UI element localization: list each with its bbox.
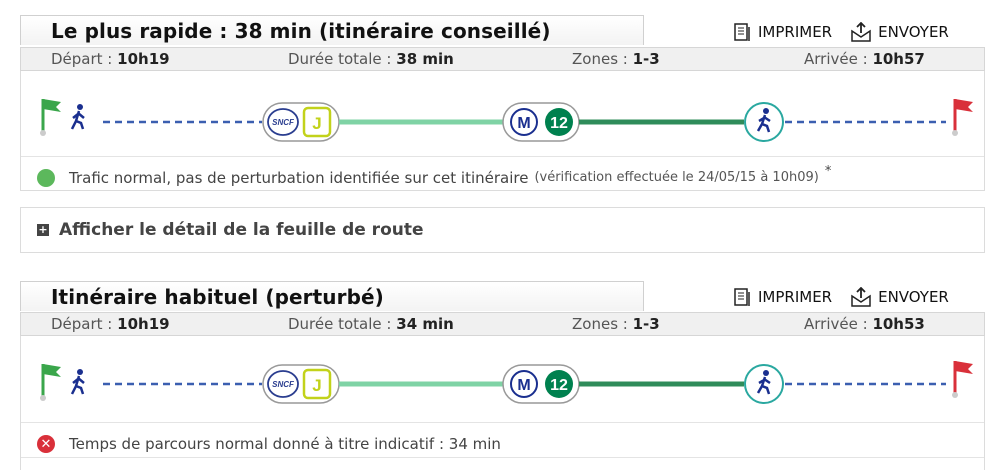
traffic-status: Trafic normal, pas de perturbation ident… <box>21 156 984 190</box>
route-info-bar: Départ : 10h19 Durée totale : 38 min Zon… <box>20 47 985 71</box>
send-icon <box>851 287 871 307</box>
status-disrupted-icon: ✕ <box>37 435 55 453</box>
route-actions: IMPRIMER ENVOYER <box>732 287 967 307</box>
route-svg: SNCF J M 12 <box>40 361 973 404</box>
duree-info: Durée totale : 34 min <box>288 315 454 333</box>
status-footnote-mark: * <box>824 164 832 179</box>
line-12-icon: 12 <box>545 370 573 398</box>
print-icon <box>734 23 750 41</box>
metro-12-text: 12 <box>550 377 568 394</box>
line-j-icon: J <box>302 106 332 138</box>
start-flag-icon <box>40 364 61 401</box>
route-actions: IMPRIMER ENVOYER <box>732 22 967 42</box>
depart-info: Départ : 10h19 <box>51 50 170 68</box>
end-flag-icon <box>952 361 973 398</box>
metro-icon: M <box>510 370 538 398</box>
arrivee-info: Arrivée : 10h57 <box>804 50 925 68</box>
print-button[interactable]: IMPRIMER <box>732 22 832 42</box>
duree-info: Durée totale : 38 min <box>288 50 454 68</box>
sncf-icon: SNCF <box>267 108 299 136</box>
route-info-bar: Départ : 10h19 Durée totale : 34 min Zon… <box>20 312 985 336</box>
status-ok-icon <box>37 168 55 187</box>
walk-icon <box>744 102 784 142</box>
route-svg: SNCF J M 12 <box>40 99 973 142</box>
print-label: IMPRIMER <box>758 288 833 306</box>
line-12-icon: 12 <box>545 108 573 136</box>
sncf-text: SNCF <box>272 118 295 127</box>
arrivee-info: Arrivée : 10h53 <box>804 315 925 333</box>
start-flag-icon <box>40 99 61 136</box>
plus-icon: + <box>37 223 49 236</box>
status-note: (vérification effectuée le 24/05/15 à 10… <box>534 170 819 185</box>
send-label: ENVOYER <box>878 288 949 306</box>
sncf-icon: SNCF <box>267 370 299 398</box>
walk-icon <box>70 369 85 395</box>
send-icon <box>851 22 871 42</box>
status-text: Trafic normal, pas de perturbation ident… <box>69 168 529 187</box>
status-text: Temps de parcours normal donné à titre i… <box>69 435 501 453</box>
print-button[interactable]: IMPRIMER <box>732 287 832 307</box>
walk-icon <box>70 104 85 130</box>
depart-info: Départ : 10h19 <box>51 315 170 333</box>
metro-12-text: 12 <box>550 115 568 132</box>
end-flag-icon <box>952 99 973 136</box>
sncf-text: SNCF <box>272 380 295 389</box>
traffic-status: ✕ Temps de parcours normal donné à titre… <box>21 422 984 458</box>
route-title: Le plus rapide : 38 min (itinéraire cons… <box>20 15 644 45</box>
send-label: ENVOYER <box>878 23 949 41</box>
walk-icon <box>744 364 784 404</box>
metro-icon: M <box>510 108 538 136</box>
line-j-text: J <box>312 114 321 133</box>
zones-info: Zones : 1-3 <box>572 315 660 333</box>
route-diagram: SNCF J M 12 ✕ Temps de parcours normal d… <box>20 336 985 470</box>
send-button[interactable]: ENVOYER <box>850 287 949 307</box>
line-j-icon: J <box>302 368 332 400</box>
route-diagram: SNCF J M 12 Trafic normal, pas de pertur… <box>20 71 985 191</box>
show-roadmap-detail-label: Afficher le détail de la feuille de rout… <box>59 220 424 240</box>
metro-m-text: M <box>517 377 530 394</box>
zones-info: Zones : 1-3 <box>572 50 660 68</box>
line-j-text: J <box>312 376 321 395</box>
print-label: IMPRIMER <box>758 23 833 41</box>
print-icon <box>734 288 750 306</box>
metro-m-text: M <box>517 115 530 132</box>
show-roadmap-detail-button[interactable]: + Afficher le détail de la feuille de ro… <box>20 207 985 253</box>
send-button[interactable]: ENVOYER <box>850 22 949 42</box>
route-title: Itinéraire habituel (perturbé) <box>20 281 644 311</box>
